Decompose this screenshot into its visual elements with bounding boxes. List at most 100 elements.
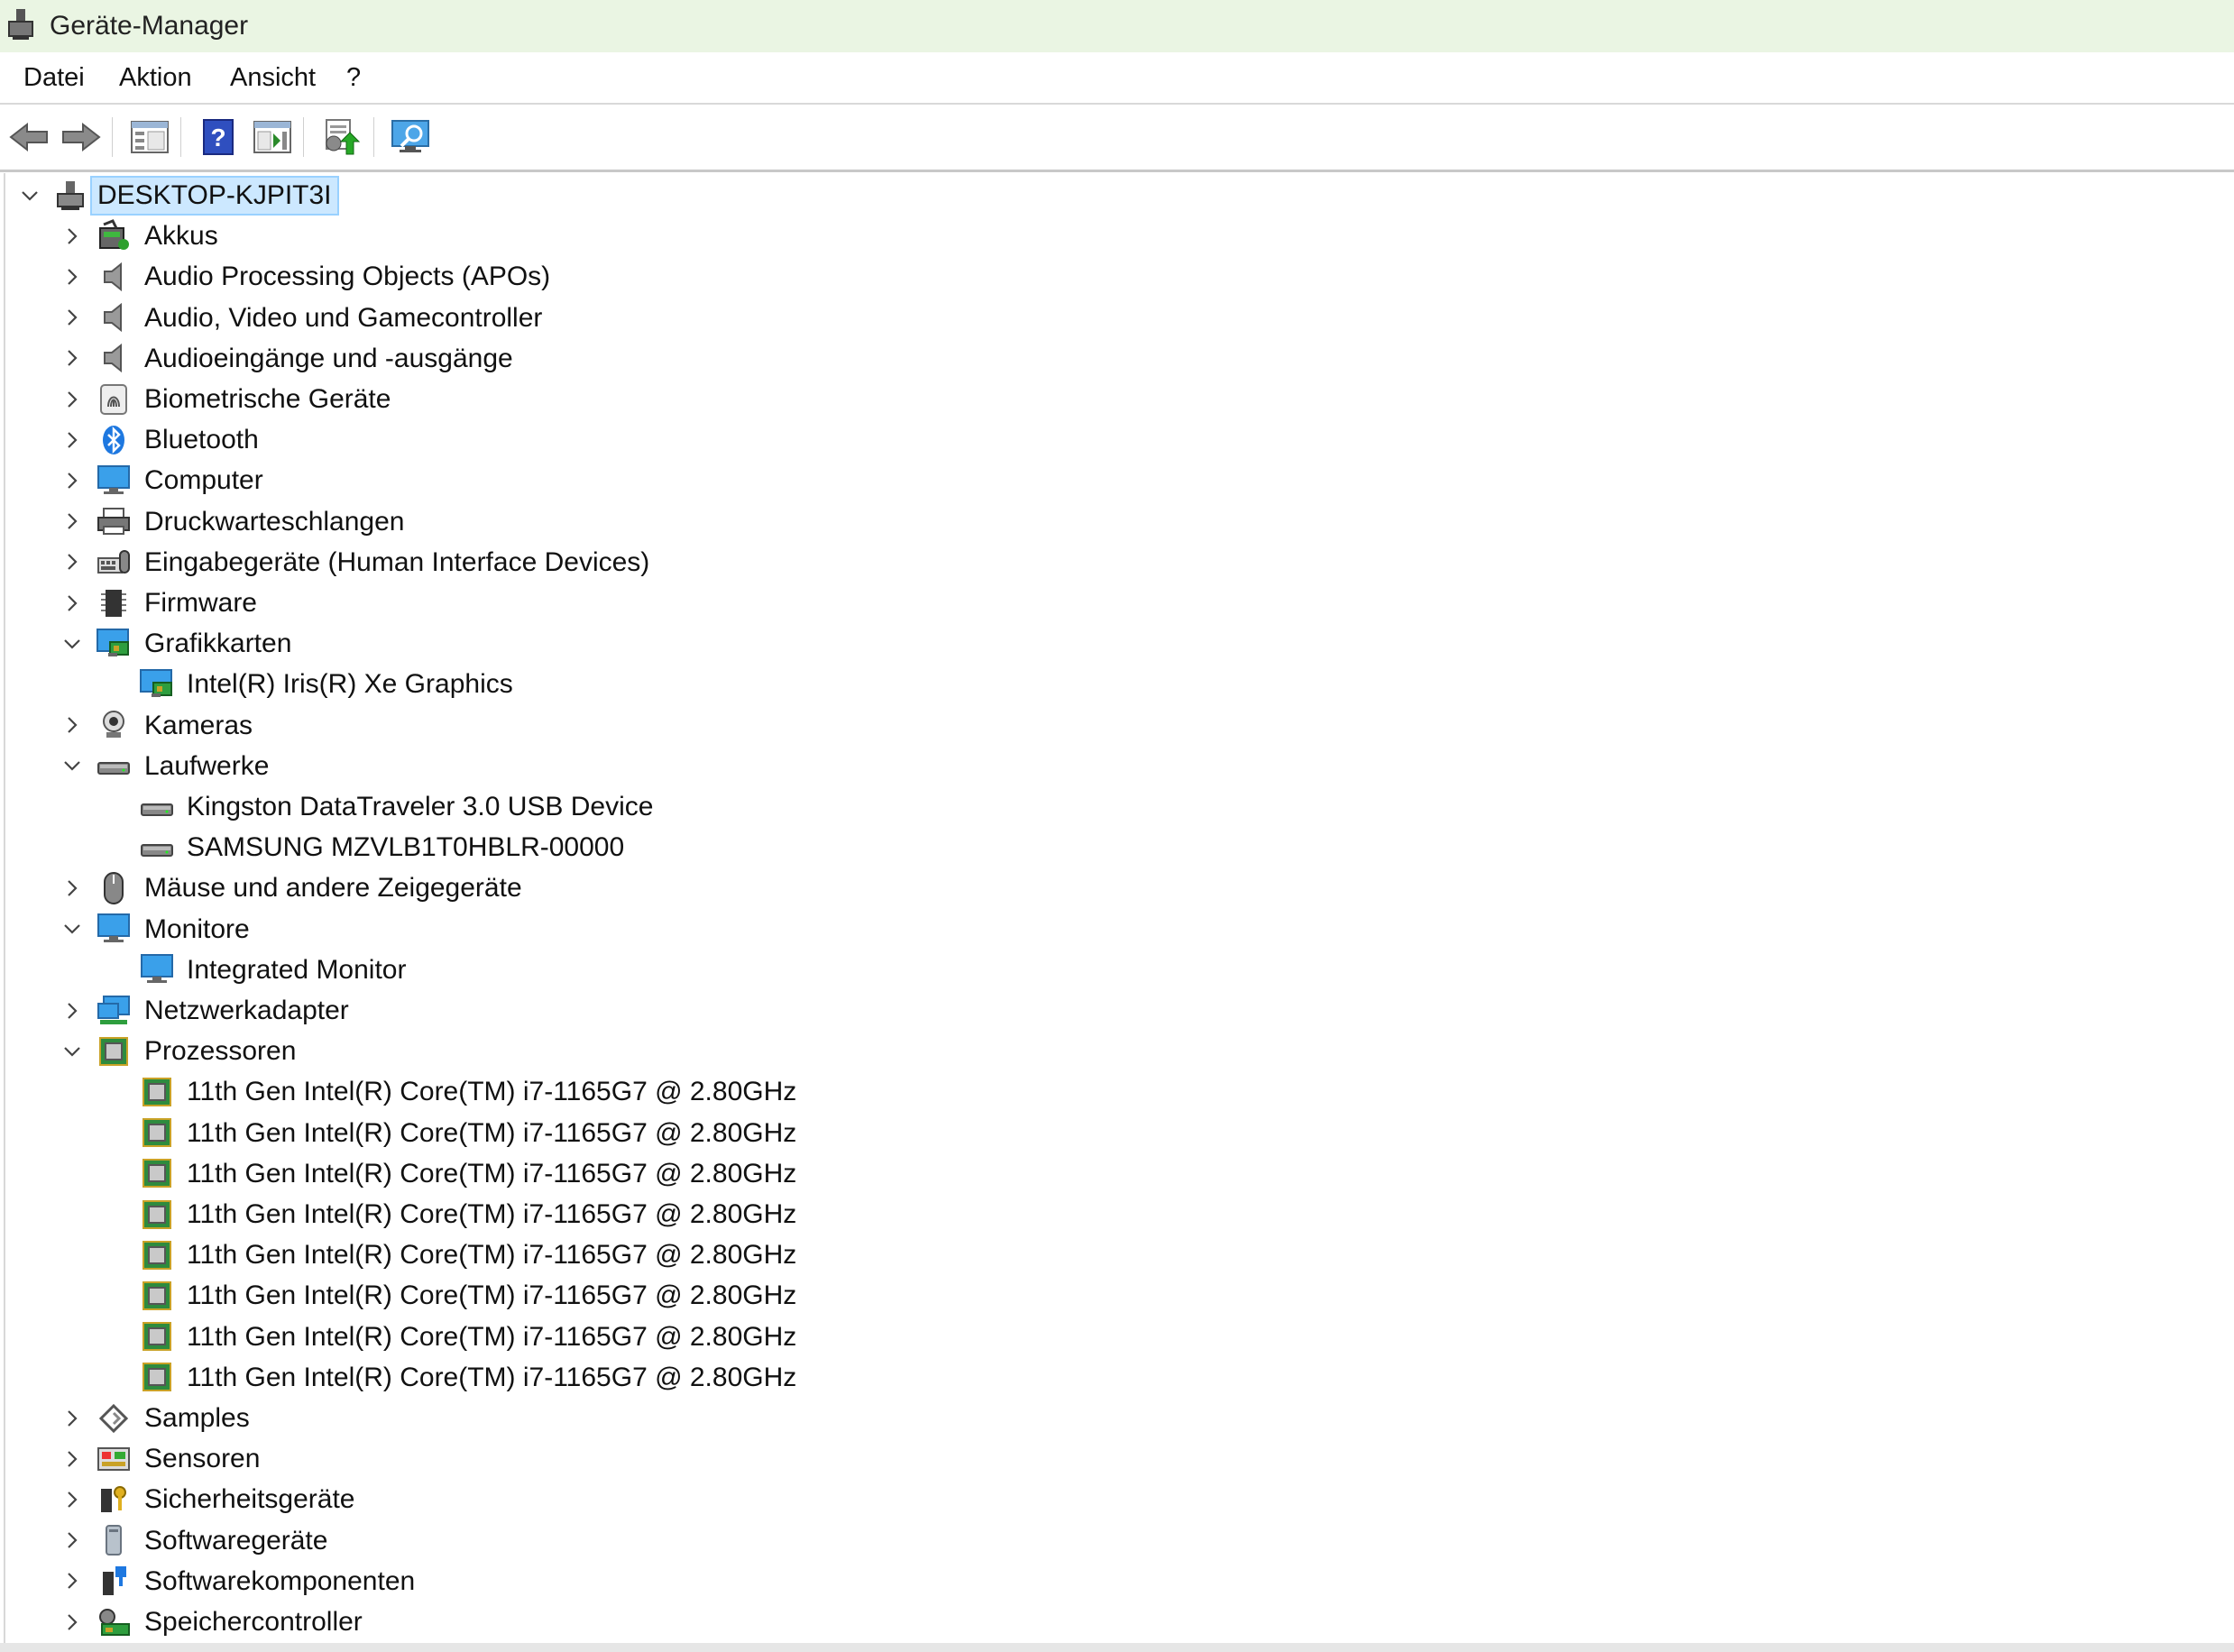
tree-category[interactable]: Audio, Video und Gamecontroller [0,298,2234,338]
expand-chevron-down-icon[interactable] [59,623,86,664]
tree-category[interactable]: Audioeingänge und -ausgänge [0,338,2234,379]
tree-device[interactable]: Intel(R) Iris(R) Xe Graphics [0,664,2234,704]
processor-icon [96,1033,132,1069]
monitor-icon [139,951,175,987]
expand-chevron-right-icon[interactable] [59,990,86,1031]
expand-chevron-right-icon[interactable] [59,216,86,256]
expand-chevron-right-icon[interactable] [59,867,86,908]
expand-chevron-right-icon[interactable] [59,338,86,379]
tree-device-label: 11th Gen Intel(R) Core(TM) i7-1165G7 @ 2… [187,1240,797,1271]
scan-hardware-icon[interactable] [388,114,435,161]
properties-icon[interactable] [249,114,296,161]
tree-root-label[interactable]: DESKTOP-KJPIT3I [90,176,339,216]
help-icon[interactable]: ? [195,114,242,161]
tree-device[interactable]: 11th Gen Intel(R) Core(TM) i7-1165G7 @ 2… [0,1234,2234,1275]
tree-category-label: Monitore [144,913,250,944]
tree-category[interactable]: Laufwerke [0,746,2234,786]
window-title: Geräte-Manager [50,11,249,41]
tree-category[interactable]: Akkus [0,216,2234,256]
tree-category[interactable]: Grafikkarten [0,623,2234,664]
expand-chevron-right-icon[interactable] [59,1398,86,1438]
tree-category[interactable]: Firmware [0,583,2234,623]
expand-chevron-down-icon[interactable] [16,175,43,216]
menu-ansicht[interactable]: Ansicht [230,63,316,93]
tree-category-label: Akkus [144,221,218,252]
expand-chevron-down-icon[interactable] [59,1031,86,1071]
tree-category[interactable]: Speichercontroller [0,1602,2234,1642]
menu-help[interactable]: ? [346,63,361,93]
expand-chevron-right-icon[interactable] [59,1561,86,1602]
show-hide-tree-icon[interactable] [126,114,173,161]
tree-category-label: Grafikkarten [144,629,292,659]
tree-device[interactable]: 11th Gen Intel(R) Core(TM) i7-1165G7 @ 2… [0,1153,2234,1194]
expand-chevron-right-icon[interactable] [59,501,86,542]
speaker-icon [96,340,132,376]
expand-chevron-right-icon[interactable] [59,542,86,583]
menu-aktion[interactable]: Aktion [119,63,192,93]
forward-arrow-icon[interactable] [58,114,105,161]
processor-icon [139,1197,175,1233]
tree-device[interactable]: 11th Gen Intel(R) Core(TM) i7-1165G7 @ 2… [0,1317,2234,1357]
tree-category[interactable]: Softwarekomponenten [0,1561,2234,1602]
tree-category[interactable]: Samples [0,1398,2234,1438]
expand-chevron-right-icon[interactable] [59,1479,86,1519]
drive-icon [96,748,132,784]
tree-device[interactable]: Integrated Monitor [0,950,2234,990]
tree-category[interactable]: Netzwerkadapter [0,990,2234,1031]
expand-chevron-right-icon[interactable] [59,460,86,500]
tree-device[interactable]: Kingston DataTraveler 3.0 USB Device [0,786,2234,827]
tree-category[interactable]: Bluetooth [0,419,2234,460]
tree-category-label: Softwaregeräte [144,1525,328,1556]
tree-category[interactable]: Monitore [0,909,2234,950]
tree-category-label: Bluetooth [144,425,259,455]
toolbar: ? [0,105,2234,172]
tree-device[interactable]: 11th Gen Intel(R) Core(TM) i7-1165G7 @ 2… [0,1194,2234,1234]
menu-datei[interactable]: Datei [23,63,85,93]
tree-category[interactable]: Sicherheitsgeräte [0,1479,2234,1519]
tree-device[interactable]: 11th Gen Intel(R) Core(TM) i7-1165G7 @ 2… [0,1113,2234,1153]
expand-chevron-right-icon[interactable] [59,705,86,746]
drive-icon [139,830,175,866]
tree-device[interactable]: 11th Gen Intel(R) Core(TM) i7-1165G7 @ 2… [0,1071,2234,1112]
tree-category[interactable]: Audio Processing Objects (APOs) [0,256,2234,297]
device-tree: DESKTOP-KJPIT3I Akkus Audio Processing Obj… [0,173,2234,1645]
printer-icon [96,503,132,539]
tree-category-label: Mäuse und andere Zeigegeräte [144,873,522,904]
tree-device[interactable]: 11th Gen Intel(R) Core(TM) i7-1165G7 @ 2… [0,1357,2234,1398]
tree-device[interactable]: SAMSUNG MZVLB1T0HBLR-00000 [0,827,2234,867]
expand-chevron-right-icon[interactable] [59,256,86,297]
tree-category-label: Audio Processing Objects (APOs) [144,262,551,292]
back-arrow-icon[interactable] [5,114,52,161]
tree-category-label: Netzwerkadapter [144,996,349,1025]
expand-chevron-right-icon[interactable] [59,1602,86,1642]
tree-category[interactable]: Softwaregeräte [0,1520,2234,1561]
tree-category[interactable]: Prozessoren [0,1031,2234,1071]
tree-category[interactable]: Computer [0,460,2234,500]
expand-chevron-right-icon[interactable] [59,1438,86,1479]
expand-chevron-down-icon[interactable] [59,909,86,950]
tree-category-label: Audioeingänge und -ausgänge [144,343,513,373]
tree-device[interactable]: 11th Gen Intel(R) Core(TM) i7-1165G7 @ 2… [0,1275,2234,1316]
expand-chevron-down-icon[interactable] [59,746,86,786]
expand-chevron-right-icon[interactable] [59,419,86,460]
update-driver-icon[interactable] [317,114,364,161]
tree-root[interactable]: DESKTOP-KJPIT3I [0,175,2234,216]
tree-category[interactable]: Druckwarteschlangen [0,501,2234,542]
tree-category[interactable]: Sensoren [0,1438,2234,1479]
expand-chevron-right-icon[interactable] [59,298,86,338]
tree-category[interactable]: Eingabegeräte (Human Interface Devices) [0,542,2234,583]
tree-category[interactable]: Biometrische Geräte [0,379,2234,419]
tree-category[interactable]: Mäuse und andere Zeigegeräte [0,867,2234,908]
processor-icon [139,1115,175,1151]
expand-chevron-right-icon[interactable] [59,1520,86,1561]
tree-category[interactable]: Kameras [0,705,2234,746]
title-bar: Geräte-Manager [0,0,2234,52]
tree-category-label: Speichercontroller [144,1607,363,1637]
tree-category-label: Audio, Video und Gamecontroller [144,302,543,333]
expand-chevron-right-icon[interactable] [59,379,86,419]
expand-chevron-right-icon[interactable] [59,583,86,623]
tree-category-label: Druckwarteschlangen [144,506,405,537]
horizontal-scrollbar[interactable] [0,1643,2234,1652]
tree-device-label: Kingston DataTraveler 3.0 USB Device [187,792,654,821]
speaker-icon [96,299,132,335]
